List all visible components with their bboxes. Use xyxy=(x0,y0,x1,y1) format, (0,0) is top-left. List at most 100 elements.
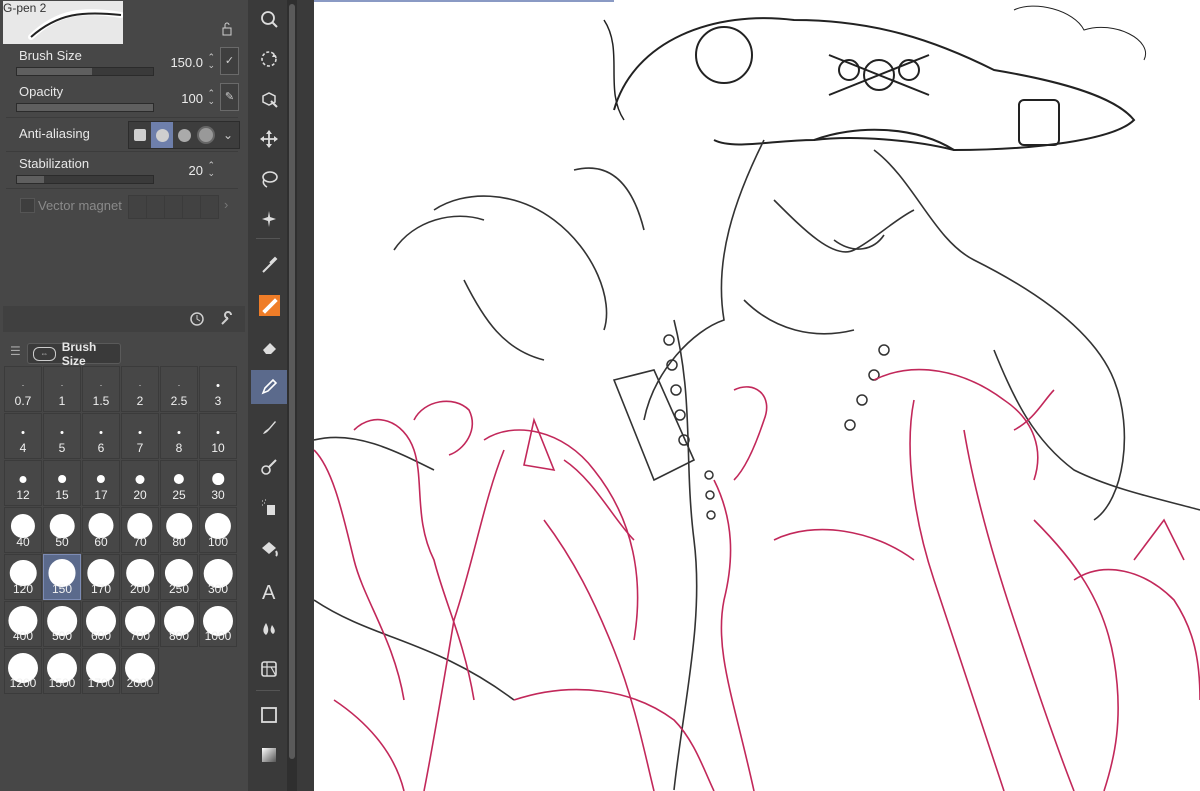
panel-scrollbar[interactable] xyxy=(287,0,297,791)
brush-size-preset[interactable]: 30 xyxy=(199,460,237,506)
stabilization-slider[interactable] xyxy=(16,175,154,184)
brush-size-value[interactable]: 150.0 xyxy=(170,55,203,70)
brush-size-preset[interactable]: 7 xyxy=(121,413,159,459)
scrollbar-thumb[interactable] xyxy=(289,4,295,759)
move-tool[interactable] xyxy=(251,122,287,156)
brush-size-preset[interactable]: 15 xyxy=(43,460,81,506)
anti-aliasing-selector[interactable]: ⌄ xyxy=(128,121,240,149)
brush-size-preset[interactable]: 40 xyxy=(4,507,42,553)
text-tool[interactable]: A xyxy=(251,574,287,608)
brush-size-preset[interactable]: 1700 xyxy=(82,648,120,694)
brush-size-slider[interactable] xyxy=(16,67,154,76)
opacity-slider[interactable] xyxy=(16,103,154,112)
brush-size-preset[interactable]: 70 xyxy=(121,507,159,553)
pen-tool[interactable] xyxy=(251,288,287,322)
brush-size-preset[interactable]: 17 xyxy=(82,460,120,506)
eraser-tool[interactable] xyxy=(251,330,287,364)
aa-weak-option[interactable] xyxy=(151,122,173,148)
vector-magnet-level[interactable] xyxy=(128,195,147,219)
brush-size-preset[interactable]: 0.7 xyxy=(4,366,42,412)
chevron-down-icon[interactable]: ⌄ xyxy=(217,122,239,148)
brush-size-preset[interactable]: 150 xyxy=(43,554,81,600)
brush-size-preset[interactable]: 8 xyxy=(160,413,198,459)
brush-size-preset[interactable]: 2.5 xyxy=(160,366,198,412)
brush-size-preset[interactable]: 1000 xyxy=(199,601,237,647)
brush-size-preset[interactable]: 20 xyxy=(121,460,159,506)
brush-size-preset[interactable]: 2 xyxy=(121,366,159,412)
zoom-tool[interactable] xyxy=(251,2,287,36)
brush-size-preset[interactable]: 250 xyxy=(160,554,198,600)
frame-tool[interactable] xyxy=(251,652,287,686)
brush-size-preset[interactable]: 170 xyxy=(82,554,120,600)
vector-magnet-row: Vector magnet › xyxy=(0,195,248,219)
brush-size-preset[interactable]: 500 xyxy=(43,601,81,647)
brush-size-preset[interactable]: 600 xyxy=(82,601,120,647)
brush-size-preset[interactable]: 1500 xyxy=(43,648,81,694)
brush-size-preset[interactable]: 800 xyxy=(160,601,198,647)
decoration-tool[interactable] xyxy=(251,450,287,484)
brush-size-preset[interactable]: 300 xyxy=(199,554,237,600)
opacity-edit-button[interactable]: ✎ xyxy=(220,83,239,111)
brush-size-preset[interactable]: 100 xyxy=(199,507,237,553)
divider xyxy=(6,117,238,118)
aa-none-option[interactable] xyxy=(129,122,151,148)
brush-size-preset[interactable]: 60 xyxy=(82,507,120,553)
magic-wand-tool[interactable] xyxy=(251,202,287,236)
eraser-icon xyxy=(263,343,276,354)
brush-tool[interactable] xyxy=(251,410,287,444)
brush-size-preset[interactable]: 5 xyxy=(43,413,81,459)
pencil-tool[interactable] xyxy=(251,370,287,404)
brush-size-preset-label: 170 xyxy=(90,582,112,596)
brush-size-preset[interactable]: 80 xyxy=(160,507,198,553)
pressure-toggle-button[interactable]: ✓ xyxy=(220,47,239,75)
vector-magnet-level[interactable] xyxy=(164,195,183,219)
gradient-tool[interactable] xyxy=(251,738,287,772)
vector-magnet-level[interactable] xyxy=(146,195,165,219)
rotate-tool[interactable] xyxy=(251,42,287,76)
figure-tool[interactable] xyxy=(251,698,287,732)
brush-size-preset[interactable]: 12 xyxy=(4,460,42,506)
brush-size-preset[interactable]: 2000 xyxy=(121,648,159,694)
brush-size-preset[interactable]: 1.5 xyxy=(82,366,120,412)
menu-icon[interactable]: ☰ xyxy=(10,344,21,358)
eyedropper-tool[interactable] xyxy=(251,248,287,282)
brush-size-preset[interactable]: 4 xyxy=(4,413,42,459)
brush-size-preset[interactable]: 25 xyxy=(160,460,198,506)
brush-size-preset[interactable]: 700 xyxy=(121,601,159,647)
brush-size-preset[interactable]: 1 xyxy=(43,366,81,412)
operation-tool[interactable] xyxy=(251,82,287,116)
opacity-spinner[interactable]: ⌃ ⌄ xyxy=(207,89,215,106)
brush-size-preset[interactable]: 120 xyxy=(4,554,42,600)
chevron-right-icon[interactable]: › xyxy=(224,197,228,212)
cube-cursor-icon xyxy=(262,92,278,108)
brush-size-preset-label: 150 xyxy=(51,582,73,596)
vector-magnet-level[interactable] xyxy=(182,195,201,219)
eyedropper-icon xyxy=(262,256,278,273)
lock-icon[interactable] xyxy=(220,22,234,36)
brush-size-preset[interactable]: 6 xyxy=(82,413,120,459)
stabilization-spinner[interactable]: ⌃ ⌄ xyxy=(207,161,215,178)
stabilization-value[interactable]: 20 xyxy=(189,163,203,178)
blend-tool[interactable] xyxy=(251,612,287,646)
clock-icon[interactable] xyxy=(189,311,205,327)
brush-size-dot-icon xyxy=(96,474,106,484)
brush-size-dot-icon xyxy=(60,430,64,434)
brush-size-spinner[interactable]: ⌃ ⌄ xyxy=(207,53,215,70)
brush-size-preset[interactable]: 10 xyxy=(199,413,237,459)
brush-size-preset[interactable]: 200 xyxy=(121,554,159,600)
tab-brush-size[interactable]: ⇔ Brush Size xyxy=(27,340,121,368)
vector-magnet-checkbox[interactable] xyxy=(20,198,35,213)
opacity-value[interactable]: 100 xyxy=(181,91,203,106)
aa-strong-option[interactable] xyxy=(195,122,217,148)
brush-size-preset[interactable]: 1200 xyxy=(4,648,42,694)
vector-magnet-level[interactable] xyxy=(200,195,219,219)
brush-size-preset[interactable]: 50 xyxy=(43,507,81,553)
lasso-tool[interactable] xyxy=(251,162,287,196)
brush-size-preset[interactable]: 400 xyxy=(4,601,42,647)
fill-tool[interactable] xyxy=(251,532,287,566)
aa-medium-option[interactable] xyxy=(173,122,195,148)
brush-size-preset[interactable]: 3 xyxy=(199,366,237,412)
airbrush-tool[interactable] xyxy=(251,490,287,524)
wrench-icon[interactable] xyxy=(219,311,235,327)
drawing-canvas[interactable] xyxy=(314,0,1200,791)
